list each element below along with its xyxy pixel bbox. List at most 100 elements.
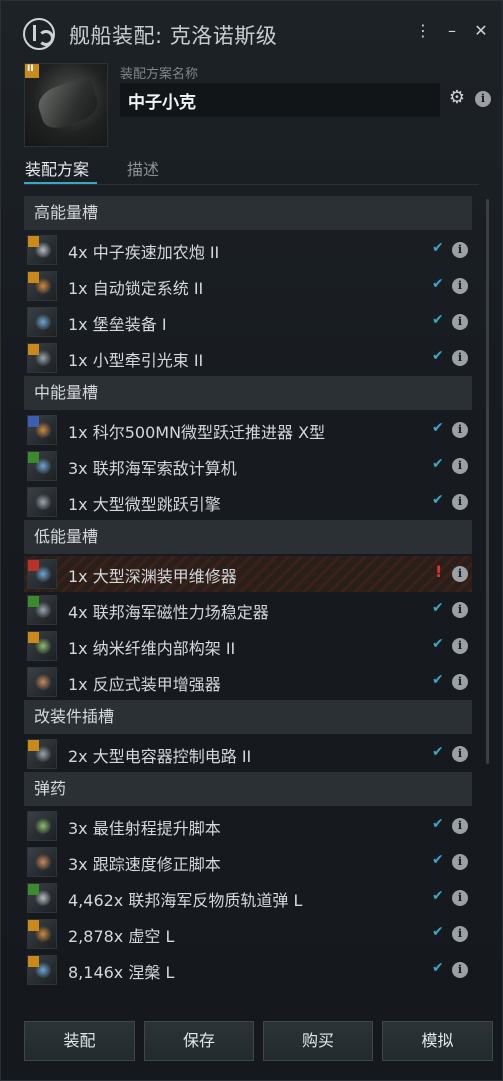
- info-icon[interactable]: i: [452, 350, 468, 366]
- info-icon[interactable]: i: [452, 566, 468, 582]
- module-label: 1x 纳米纤维内部构架 II: [68, 639, 236, 658]
- meta-level-badge: [28, 560, 39, 571]
- meta-level-badge: [28, 632, 39, 643]
- module-row[interactable]: 4x 中子疾速加农炮 II ✔ i: [24, 232, 472, 268]
- capacitor-rig-icon: [27, 739, 57, 769]
- check-icon: ✔: [432, 456, 444, 472]
- module-row[interactable]: 1x 大型微型跳跃引擎 ✔ i: [24, 484, 472, 520]
- title-bar[interactable]: 舰船装配: 克洛诺斯级 ⋮ – ✕: [1, 1, 502, 61]
- module-label: 3x 跟踪速度修正脚本: [68, 855, 221, 874]
- module-label: 4x 联邦海军磁性力场稳定器: [68, 603, 269, 622]
- armor-repairer-icon: [27, 559, 57, 589]
- meta-level-badge: [28, 596, 39, 607]
- check-icon: ✔: [432, 600, 444, 616]
- check-icon: ✔: [432, 852, 444, 868]
- module-row[interactable]: 1x 小型牵引光束 II ✔ i: [24, 340, 472, 376]
- section-header[interactable]: 中能量槽: [24, 376, 472, 410]
- info-icon[interactable]: i: [452, 242, 468, 258]
- module-row[interactable]: 3x 联邦海军索敌计算机 ✔ i: [24, 448, 472, 484]
- meta-level-badge: [28, 884, 39, 895]
- void-charge-icon: [27, 919, 57, 949]
- info-icon[interactable]: i: [452, 926, 468, 942]
- section-header[interactable]: 弹药: [24, 772, 472, 806]
- tab-description[interactable]: 描述: [127, 156, 159, 180]
- fit-name-input[interactable]: [120, 83, 440, 117]
- ship-hull-image: [34, 76, 102, 132]
- check-icon: ✔: [432, 348, 444, 364]
- section-header[interactable]: 高能量槽: [24, 196, 472, 230]
- check-icon: ✔: [432, 312, 444, 328]
- meta-level-badge: [28, 956, 39, 967]
- module-label: 1x 自动锁定系统 II: [68, 279, 204, 298]
- targeting-icon: [27, 271, 57, 301]
- ship-thumbnail[interactable]: [24, 63, 108, 147]
- module-row[interactable]: 1x 纳米纤维内部构架 II ✔ i: [24, 628, 472, 664]
- save-button[interactable]: 保存: [144, 1021, 254, 1061]
- optimal-script-icon: [27, 811, 57, 841]
- check-icon: ✔: [432, 240, 444, 256]
- module-label: 3x 联邦海军索敌计算机: [68, 459, 237, 478]
- info-icon[interactable]: i: [452, 674, 468, 690]
- tracking-computer-icon: [27, 451, 57, 481]
- module-label: 2x 大型电容器控制电路 II: [68, 747, 252, 766]
- module-glyph: [35, 314, 51, 330]
- module-label: 4,462x 联邦海军反物质轨道弹 L: [68, 891, 303, 910]
- info-icon[interactable]: i: [452, 854, 468, 870]
- module-row[interactable]: 1x 大型深渊装甲维修器! i: [24, 556, 472, 592]
- list-scrollbar[interactable]: [486, 199, 489, 764]
- check-icon: ✔: [432, 276, 444, 292]
- close-button[interactable]: ✕: [471, 21, 491, 41]
- check-icon: ✔: [432, 888, 444, 904]
- buy-button[interactable]: 购买: [263, 1021, 373, 1061]
- info-icon[interactable]: i: [452, 638, 468, 654]
- tracking-script-icon: [27, 847, 57, 877]
- info-icon[interactable]: i: [452, 422, 468, 438]
- module-row[interactable]: 4x 联邦海军磁性力场稳定器 ✔ i: [24, 592, 472, 628]
- window-title: 舰船装配: 克洛诺斯级: [69, 24, 278, 48]
- module-label: 1x 科尔500MN微型跃迁推进器 X型: [68, 423, 326, 442]
- module-row[interactable]: 2x 大型电容器控制电路 II ✔ i: [24, 736, 472, 772]
- check-icon: ✔: [432, 960, 444, 976]
- module-row[interactable]: 1x 自动锁定系统 II ✔ i: [24, 268, 472, 304]
- jump-drive-icon: [27, 487, 57, 517]
- module-row[interactable]: 3x 最佳射程提升脚本 ✔ i: [24, 808, 472, 844]
- module-row[interactable]: 8,146x 涅槃 L ✔ i: [24, 952, 472, 988]
- fit-button[interactable]: 装配: [24, 1021, 135, 1061]
- simulate-button[interactable]: 模拟: [382, 1021, 493, 1061]
- ship-info-icon[interactable]: i: [475, 91, 491, 107]
- tech-level-badge: [25, 64, 39, 78]
- info-icon[interactable]: i: [452, 962, 468, 978]
- info-icon[interactable]: i: [452, 278, 468, 294]
- ship-fitting-window: 舰船装配: 克洛诺斯级 ⋮ – ✕ 装配方案名称 ⚙ i 装配方案 描述 高能量…: [0, 0, 503, 1081]
- check-icon: ✔: [432, 492, 444, 508]
- module-glyph: [35, 818, 51, 834]
- info-icon[interactable]: i: [452, 494, 468, 510]
- info-icon[interactable]: i: [452, 458, 468, 474]
- meta-level-badge: [28, 920, 39, 931]
- module-row[interactable]: 3x 跟踪速度修正脚本 ✔ i: [24, 844, 472, 880]
- module-label: 1x 大型深渊装甲维修器: [68, 567, 237, 586]
- section-header[interactable]: 低能量槽: [24, 520, 472, 554]
- module-row[interactable]: 1x 堡垒装备 I ✔ i: [24, 304, 472, 340]
- section-header[interactable]: 改装件插槽: [24, 700, 472, 734]
- minimize-button[interactable]: –: [442, 21, 462, 41]
- check-icon: ✔: [432, 636, 444, 652]
- gear-icon[interactable]: ⚙: [447, 88, 467, 108]
- module-row[interactable]: 1x 反应式装甲增强器 ✔ i: [24, 664, 472, 700]
- info-icon[interactable]: i: [452, 314, 468, 330]
- tab-fitting[interactable]: 装配方案: [25, 156, 89, 180]
- info-icon[interactable]: i: [452, 746, 468, 762]
- antimatter-charge-icon: [27, 883, 57, 913]
- fit-name-label: 装配方案名称: [120, 67, 199, 82]
- module-row[interactable]: 2,878x 虚空 L ✔ i: [24, 916, 472, 952]
- module-label: 1x 大型微型跳跃引擎: [68, 495, 221, 514]
- info-icon[interactable]: i: [452, 818, 468, 834]
- info-icon[interactable]: i: [452, 602, 468, 618]
- info-icon[interactable]: i: [452, 890, 468, 906]
- module-row[interactable]: 1x 科尔500MN微型跃迁推进器 X型 ✔ i: [24, 412, 472, 448]
- module-row[interactable]: 4,462x 联邦海军反物质轨道弹 L ✔ i: [24, 880, 472, 916]
- module-glyph: [35, 674, 51, 690]
- nanofiber-icon: [27, 631, 57, 661]
- menu-icon[interactable]: ⋮: [413, 21, 433, 41]
- magnetic-stabilizer-icon: [27, 595, 57, 625]
